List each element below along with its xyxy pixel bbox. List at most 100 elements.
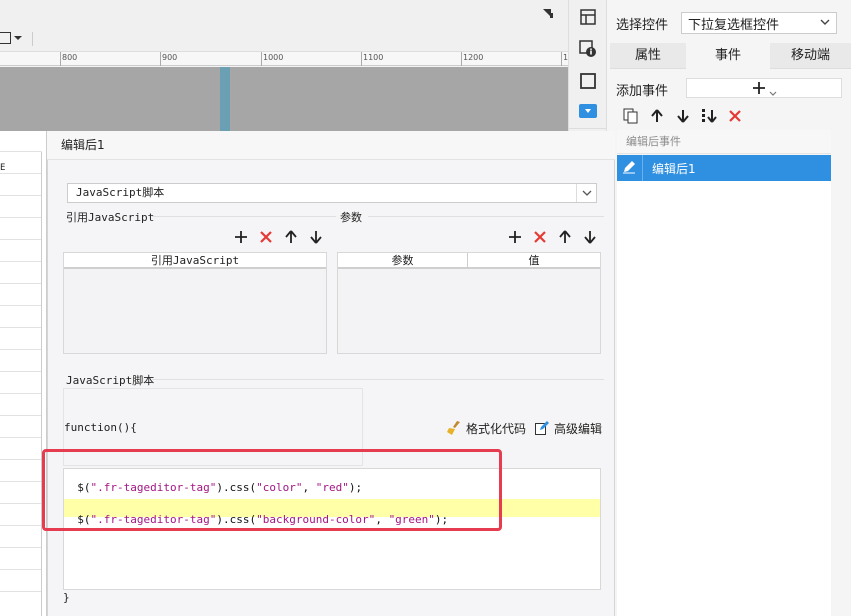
- grid-line: [0, 195, 42, 196]
- design-canvas[interactable]: [0, 67, 568, 131]
- panel-tabbar: 属性 事件 移动端: [610, 43, 851, 69]
- widget-settings-icon[interactable]: [579, 104, 597, 118]
- event-item-selected[interactable]: 编辑后1: [617, 155, 831, 181]
- select-widget-label: 选择控件: [616, 18, 669, 33]
- column-header: 参数: [391, 254, 414, 267]
- tab-label: 移动端: [790, 48, 830, 63]
- ref-move-down-icon[interactable]: [308, 229, 324, 245]
- grid-line: [0, 327, 42, 328]
- item-divider: [642, 155, 643, 181]
- script-section-title: JavaScript脚本: [66, 374, 155, 387]
- ruler-label: 1200: [463, 53, 484, 62]
- grid-line: [0, 393, 42, 394]
- edit-pencil-icon: [621, 159, 637, 178]
- grid-line: [0, 371, 42, 372]
- script-type-value: JavaScript脚本: [76, 186, 165, 199]
- collapse-icon[interactable]: [541, 6, 555, 20]
- cell-layout-icon[interactable]: [579, 8, 597, 26]
- ruler-tick: [60, 52, 61, 66]
- ruler-label: 1100: [363, 53, 384, 62]
- delete-icon[interactable]: [727, 108, 743, 124]
- tab-label: 事件: [714, 48, 741, 63]
- delete-param-icon[interactable]: [532, 229, 548, 245]
- grid-line: [0, 459, 42, 460]
- add-ref-icon[interactable]: [233, 229, 249, 245]
- move-to-bottom-icon[interactable]: [701, 108, 717, 124]
- spreadsheet-grid[interactable]: [0, 131, 47, 616]
- format-code-label: 格式化代码: [466, 421, 527, 436]
- event-list-area: [617, 181, 831, 616]
- ref-table-header: 引用JavaScript: [64, 253, 326, 269]
- add-param-icon[interactable]: [507, 229, 523, 245]
- function-open-text: function(){: [64, 421, 137, 434]
- widget-type-select[interactable]: 下拉复选框控件: [681, 12, 837, 34]
- ruler-tick: [261, 52, 262, 66]
- grid-line: [0, 173, 42, 174]
- grid-line: [0, 151, 42, 152]
- grid-line: [0, 415, 42, 416]
- grid-line: [0, 569, 42, 570]
- annotation-highlight-box: [42, 449, 502, 531]
- add-event-label: 添加事件: [616, 84, 669, 99]
- grid-line: [0, 437, 42, 438]
- chevron-down-icon: [576, 184, 596, 202]
- ruler-tick: [461, 52, 462, 66]
- move-down-icon[interactable]: [675, 108, 691, 124]
- column-header: 引用JavaScript: [150, 254, 240, 267]
- tab-label: 属性: [634, 48, 661, 63]
- value-column-header: 值: [468, 253, 600, 269]
- strip-divider: [569, 128, 607, 129]
- format-code-button[interactable]: 格式化代码: [446, 420, 526, 436]
- tab-mobile[interactable]: 移动端: [770, 43, 851, 69]
- param-column-header: 参数: [338, 253, 468, 269]
- grid-line: [0, 547, 42, 548]
- chevron-down-icon: [819, 16, 831, 32]
- section-divider: [152, 379, 604, 380]
- copy-icon[interactable]: [623, 108, 639, 124]
- grid-line: [0, 217, 42, 218]
- designer-toolbar: [0, 0, 568, 52]
- horizontal-ruler: 800 900 1000 1100 1200 1300: [0, 52, 583, 66]
- advanced-edit-label: 高级编辑: [554, 421, 603, 436]
- advanced-edit-button[interactable]: 高级编辑: [534, 420, 602, 436]
- event-item-label: 编辑后1: [652, 162, 696, 176]
- section-divider: [152, 216, 336, 217]
- ref-move-up-icon[interactable]: [283, 229, 299, 245]
- dialog-title: 编辑后1: [47, 131, 615, 160]
- function-close-text: }: [63, 591, 70, 604]
- cell-info-icon[interactable]: [579, 40, 597, 58]
- grid-line: [0, 591, 42, 592]
- grid-column-line: [41, 152, 42, 616]
- param-move-up-icon[interactable]: [557, 229, 573, 245]
- ref-section-title: 引用JavaScript: [66, 211, 155, 224]
- grid-line: [0, 305, 42, 306]
- ruler-label: 1000: [263, 53, 284, 62]
- grid-line: [0, 525, 42, 526]
- script-type-select[interactable]: JavaScript脚本: [67, 183, 597, 203]
- column-header-e: E: [0, 163, 6, 173]
- grid-line: [0, 503, 42, 504]
- param-move-down-icon[interactable]: [582, 229, 598, 245]
- grid-line: [0, 481, 42, 482]
- delete-ref-icon[interactable]: [258, 229, 274, 245]
- param-section-title: 参数: [340, 211, 362, 224]
- move-up-icon[interactable]: [649, 108, 665, 124]
- tab-properties[interactable]: 属性: [610, 43, 686, 69]
- ref-js-table[interactable]: 引用JavaScript: [63, 252, 327, 354]
- chevron-down-icon: [14, 36, 22, 40]
- ruler-label: 900: [162, 53, 178, 62]
- add-event-button[interactable]: [686, 78, 842, 98]
- plus-icon: [751, 80, 767, 99]
- grid-line: [0, 239, 42, 240]
- ruler-label: 800: [62, 53, 78, 62]
- canvas-column-marker: [220, 67, 230, 131]
- tab-events[interactable]: 事件: [686, 43, 770, 69]
- param-table[interactable]: 参数 值: [337, 252, 601, 354]
- chevron-down-icon: [769, 86, 777, 100]
- border-style-dropdown[interactable]: [0, 31, 24, 47]
- event-toolbar: [617, 104, 831, 130]
- broom-icon: [447, 421, 460, 435]
- widget-frame-icon[interactable]: [579, 72, 597, 90]
- edit-document-icon: [535, 421, 549, 435]
- ruler-tick: [361, 52, 362, 66]
